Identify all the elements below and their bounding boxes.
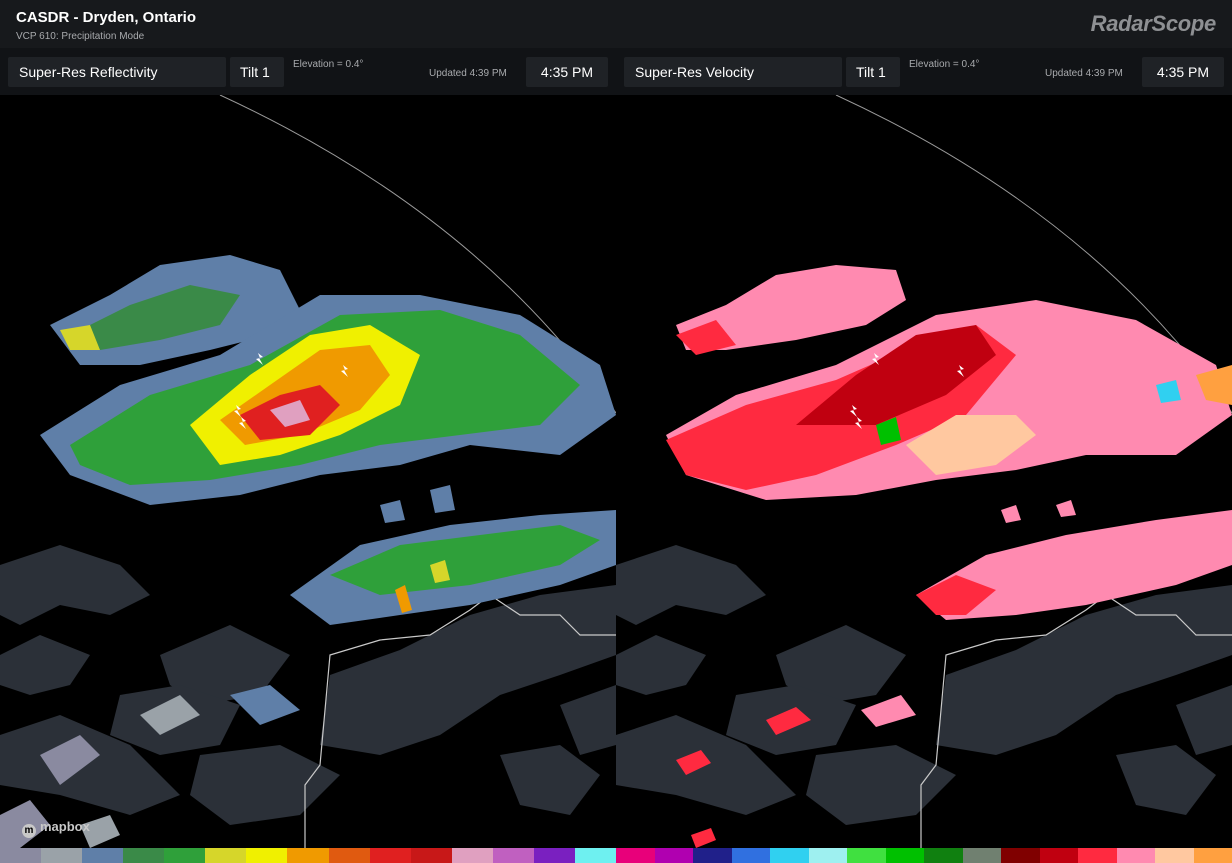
tilt-selector-button[interactable]: Tilt 1 xyxy=(230,57,284,87)
velocity-color-swatch xyxy=(1116,848,1155,863)
velocity-color-swatch xyxy=(808,848,847,863)
reflectivity-color-swatch xyxy=(533,848,575,863)
reflectivity-color-swatch xyxy=(328,848,370,863)
velocity-color-swatch xyxy=(1001,848,1040,863)
velocity-color-swatch xyxy=(924,848,963,863)
pane-toolbar: Super-Res Reflectivity Tilt 1 Elevation … xyxy=(0,48,1232,95)
elevation-label: Elevation = 0.4° xyxy=(293,59,364,70)
velocity-color-swatch xyxy=(654,848,693,863)
scan-time-label: 4:35 PM xyxy=(1156,64,1210,80)
product-selector-button[interactable]: Super-Res Velocity xyxy=(624,57,842,87)
updated-label: Updated 4:39 PM xyxy=(429,68,507,79)
reflectivity-color-swatch xyxy=(574,848,616,863)
reflectivity-color-swatch xyxy=(0,848,42,863)
reflectivity-color-swatch xyxy=(410,848,452,863)
velocity-color-swatch xyxy=(1193,848,1232,863)
scan-time-label: 4:35 PM xyxy=(540,64,594,80)
reflectivity-color-swatch xyxy=(205,848,247,863)
tilt-selector-button[interactable]: Tilt 1 xyxy=(846,57,900,87)
reflectivity-color-swatch xyxy=(369,848,411,863)
left-pane-bar: Super-Res Reflectivity Tilt 1 Elevation … xyxy=(0,48,616,95)
reflectivity-color-swatch xyxy=(41,848,83,863)
reflectivity-color-swatch xyxy=(246,848,288,863)
velocity-map[interactable] xyxy=(616,95,1232,848)
tilt-label: Tilt 1 xyxy=(856,64,886,80)
velocity-color-swatch xyxy=(962,848,1001,863)
product-label: Super-Res Velocity xyxy=(635,64,755,80)
elevation-label: Elevation = 0.4° xyxy=(909,59,980,70)
velocity-color-swatch xyxy=(1078,848,1117,863)
product-selector-button[interactable]: Super-Res Reflectivity xyxy=(8,57,226,87)
velocity-color-swatch xyxy=(731,848,770,863)
velocity-color-swatch xyxy=(1155,848,1194,863)
scan-time-button[interactable]: 4:35 PM xyxy=(526,57,608,87)
velocity-color-scale xyxy=(616,848,1232,863)
velocity-color-swatch xyxy=(770,848,809,863)
color-legend-bar xyxy=(0,848,1232,863)
title-bar: CASDR - Dryden, Ontario VCP 610: Precipi… xyxy=(0,0,1232,48)
mapbox-attribution[interactable]: m mapbox xyxy=(22,819,90,838)
reflectivity-color-swatch xyxy=(82,848,124,863)
reflectivity-color-swatch xyxy=(287,848,329,863)
velocity-color-swatch xyxy=(616,848,655,863)
velocity-color-swatch xyxy=(847,848,886,863)
velocity-color-swatch xyxy=(885,848,924,863)
tilt-label: Tilt 1 xyxy=(240,64,270,80)
radar-site-title: CASDR - Dryden, Ontario xyxy=(16,9,197,26)
app-logo: RadarScope xyxy=(1090,11,1217,36)
reflectivity-color-swatch xyxy=(451,848,493,863)
mapbox-logo-icon: m xyxy=(22,824,36,838)
reflectivity-color-swatch xyxy=(123,848,165,863)
vcp-mode-label: VCP 610: Precipitation Mode xyxy=(16,31,145,42)
reflectivity-map[interactable] xyxy=(0,95,616,848)
reflectivity-color-swatch xyxy=(164,848,206,863)
velocity-color-swatch xyxy=(693,848,732,863)
product-label: Super-Res Reflectivity xyxy=(19,64,158,80)
velocity-color-swatch xyxy=(1039,848,1078,863)
reflectivity-color-swatch xyxy=(492,848,534,863)
updated-label: Updated 4:39 PM xyxy=(1045,68,1123,79)
velocity-north xyxy=(676,265,906,355)
scan-time-button[interactable]: 4:35 PM xyxy=(1142,57,1224,87)
right-pane-bar: Super-Res Velocity Tilt 1 Elevation = 0.… xyxy=(616,48,1232,95)
reflectivity-color-scale xyxy=(0,848,616,863)
